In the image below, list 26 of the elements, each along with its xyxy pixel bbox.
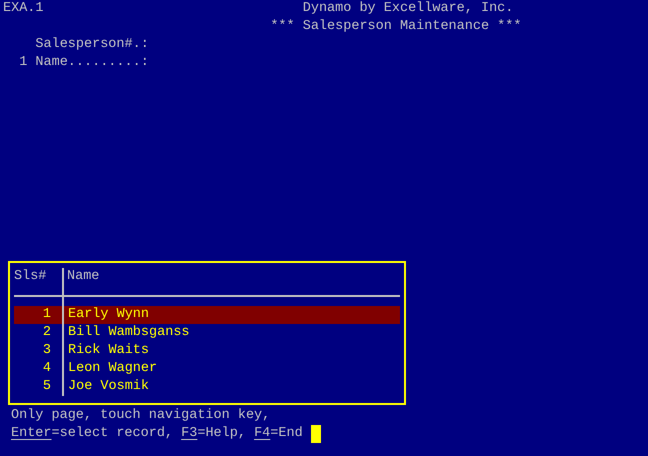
list-row[interactable]: 4 Leon Wagner [14,360,400,378]
column-header: Name [67,268,100,286]
list-row[interactable]: 3 Rick Waits [14,342,400,360]
field-number: 1 [19,54,28,72]
list-row[interactable]: 2 Bill Wambsganss [14,324,400,342]
company-name: Dynamo by Excellware, Inc. [302,0,514,18]
program-id: EXA.1 [3,0,44,18]
field-label: Name.........: [35,54,149,72]
row-name: Joe Vosmik [68,378,150,396]
row-name: Bill Wambsganss [68,324,190,342]
list-row[interactable]: 1 Early Wynn [14,306,400,324]
field-label: Salesperson#.: [35,36,149,54]
row-name: Early Wynn [68,306,150,324]
row-number: 2 [42,324,51,342]
help-line: Enter=select record, F3=Help, F4=End [11,425,303,443]
screen-title: *** Salesperson Maintenance *** [270,18,522,36]
text-cursor [310,425,321,443]
row-number: 5 [42,378,51,396]
row-number: 4 [42,360,51,378]
list-row[interactable]: 5 Joe Vosmik [14,378,400,396]
row-number: 1 [42,306,51,324]
column-header: Sls# [14,268,46,286]
row-name: Rick Waits [68,342,150,360]
status-message: Only page, touch navigation key, [11,407,270,425]
row-number: 3 [42,342,51,360]
row-name: Leon Wagner [68,360,158,378]
